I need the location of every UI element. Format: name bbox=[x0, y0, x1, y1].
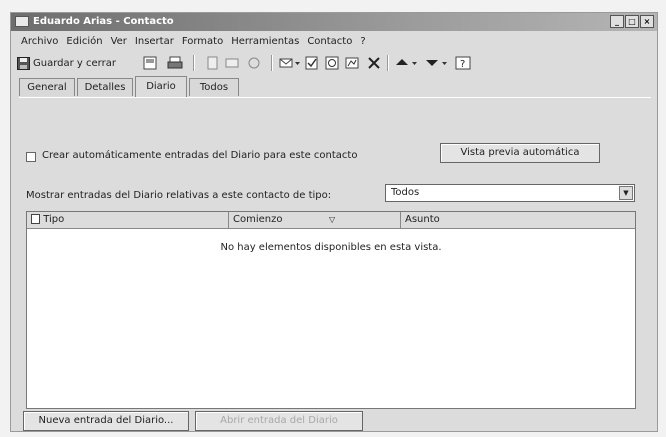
filter-label: Mostrar entradas del Diario relativas a … bbox=[26, 190, 332, 201]
next-item-button[interactable] bbox=[425, 55, 449, 71]
new-meeting-button[interactable] bbox=[247, 55, 261, 71]
auto-record-label: Crear automáticamente entradas del Diari… bbox=[42, 150, 358, 161]
menu-herramientas[interactable]: Herramientas bbox=[231, 34, 299, 50]
task-icon bbox=[305, 56, 318, 70]
previous-item-button[interactable] bbox=[395, 55, 419, 71]
map-icon bbox=[345, 57, 359, 69]
auto-preview-button[interactable]: Vista previa automática bbox=[440, 143, 600, 163]
tab-detalles[interactable]: Detalles bbox=[77, 78, 133, 96]
delete-x-icon bbox=[368, 57, 380, 69]
menu-ver[interactable]: Ver bbox=[111, 34, 127, 50]
new-message-icon bbox=[279, 58, 300, 68]
contact-window: Eduardo Arias - Contacto _ □ × Archivo E… bbox=[10, 12, 658, 432]
menu-edicion[interactable]: Edición bbox=[66, 34, 102, 50]
open-journal-entry-button: Abrir entrada del Diario bbox=[195, 411, 363, 431]
save-attach-button[interactable] bbox=[143, 55, 157, 71]
entry-type-value: Todos bbox=[391, 187, 420, 198]
journal-entries-list[interactable]: Tipo Comienzo ▽ Asunto No hay elementos … bbox=[26, 211, 636, 409]
column-header-comienzo[interactable]: Comienzo ▽ bbox=[229, 212, 401, 228]
help-button[interactable]: ? bbox=[455, 55, 471, 71]
save-close-button[interactable]: Guardar y cerrar bbox=[17, 55, 116, 71]
floppy-icon bbox=[17, 56, 30, 70]
maximize-button[interactable]: □ bbox=[625, 15, 639, 28]
contact-icon bbox=[15, 16, 29, 27]
menu-contacto[interactable]: Contacto bbox=[307, 34, 352, 50]
table-header: Tipo Comienzo ▽ Asunto bbox=[27, 212, 635, 229]
help-icon: ? bbox=[455, 56, 471, 70]
menu-insertar[interactable]: Insertar bbox=[135, 34, 174, 50]
title-bar[interactable]: Eduardo Arias - Contacto _ □ × bbox=[11, 13, 657, 31]
web-page-icon bbox=[325, 56, 339, 70]
minimize-button[interactable]: _ bbox=[610, 15, 624, 28]
display-map-button[interactable] bbox=[345, 55, 359, 71]
insert-file-icon bbox=[207, 56, 218, 70]
print-button[interactable] bbox=[167, 55, 183, 71]
tab-diario[interactable]: Diario bbox=[135, 76, 187, 98]
explore-web-button[interactable] bbox=[325, 55, 339, 71]
tab-panel-edge bbox=[19, 97, 651, 98]
svg-text:?: ? bbox=[460, 59, 465, 70]
window-title: Eduardo Arias - Contacto bbox=[33, 16, 174, 27]
new-journal-entry-button[interactable]: Nueva entrada del Diario... bbox=[23, 411, 189, 431]
entry-type-dropdown[interactable]: Todos ▼ bbox=[385, 184, 635, 202]
menu-formato[interactable]: Formato bbox=[182, 34, 223, 50]
document-icon bbox=[31, 214, 40, 224]
save-icon bbox=[143, 56, 157, 70]
meeting-icon bbox=[248, 57, 260, 69]
menu-help[interactable]: ? bbox=[360, 34, 365, 50]
down-arrow-icon bbox=[426, 60, 447, 66]
insert-file-button[interactable] bbox=[205, 55, 219, 71]
new-message-button[interactable] bbox=[279, 55, 301, 71]
new-task-button[interactable] bbox=[305, 55, 319, 71]
delete-button[interactable] bbox=[367, 55, 381, 71]
letter-button[interactable] bbox=[225, 55, 239, 71]
dropdown-arrow-icon[interactable]: ▼ bbox=[619, 186, 633, 200]
up-arrow-icon bbox=[396, 59, 417, 65]
sort-arrow-icon: ▽ bbox=[329, 215, 336, 224]
printer-icon bbox=[167, 56, 183, 69]
column-header-tipo[interactable]: Tipo bbox=[27, 212, 229, 228]
tab-general[interactable]: General bbox=[19, 78, 75, 96]
auto-record-checkbox[interactable] bbox=[26, 152, 36, 162]
column-header-asunto[interactable]: Asunto bbox=[401, 212, 635, 228]
letter-icon bbox=[225, 58, 239, 68]
standard-toolbar: Guardar y cerrar ? bbox=[15, 53, 653, 73]
empty-list-message: No hay elementos disponibles en esta vis… bbox=[220, 242, 442, 253]
menu-archivo[interactable]: Archivo bbox=[21, 34, 58, 50]
tab-todos[interactable]: Todos bbox=[189, 78, 239, 96]
menu-bar: Archivo Edición Ver Insertar Formato Her… bbox=[11, 34, 366, 50]
close-button[interactable]: × bbox=[640, 15, 654, 28]
